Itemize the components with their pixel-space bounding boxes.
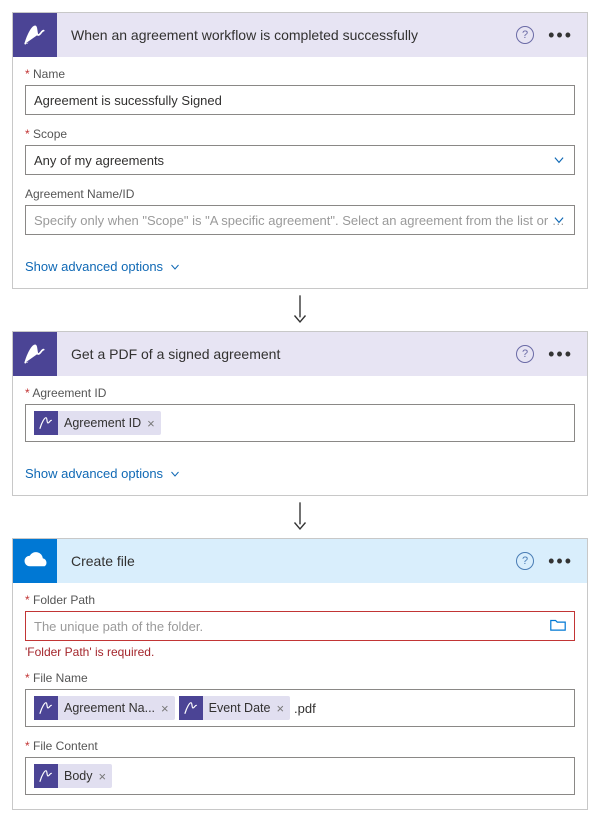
folder-path-field: Folder Path The unique path of the folde… (25, 593, 575, 659)
adobe-sign-icon (34, 764, 58, 788)
card-header[interactable]: Create file ? ••• (13, 539, 587, 583)
file-name-input[interactable]: Agreement Na... × Event Date × .pdf (25, 689, 575, 727)
help-icon[interactable]: ? (516, 26, 534, 44)
folder-path-error: 'Folder Path' is required. (25, 645, 575, 659)
scope-label: Scope (25, 127, 575, 141)
agreement-id-label: Agreement ID (25, 386, 575, 400)
file-name-field: File Name Agreement Na... × Event Date ×… (25, 671, 575, 727)
token-remove-icon[interactable]: × (147, 416, 155, 431)
token-body[interactable]: Body × (34, 764, 112, 788)
card-title: Get a PDF of a signed agreement (57, 346, 516, 362)
card-header[interactable]: Get a PDF of a signed agreement ? ••• (13, 332, 587, 376)
card-title: When an agreement workflow is completed … (57, 27, 516, 43)
scope-field: Scope Any of my agreements (25, 127, 575, 175)
file-content-label: File Content (25, 739, 575, 753)
agreement-name-field: Agreement Name/ID Specify only when "Sco… (25, 187, 575, 235)
agreement-id-input[interactable]: Agreement ID × (25, 404, 575, 442)
more-menu-icon[interactable]: ••• (548, 349, 573, 359)
chevron-down-icon (169, 468, 181, 480)
card-header[interactable]: When an agreement workflow is completed … (13, 13, 587, 57)
help-icon[interactable]: ? (516, 552, 534, 570)
token-remove-icon[interactable]: × (161, 701, 169, 716)
folder-path-input[interactable]: The unique path of the folder. (25, 611, 575, 641)
agreement-select[interactable]: Specify only when "Scope" is "A specific… (25, 205, 575, 235)
folder-picker-icon[interactable] (550, 618, 566, 635)
file-name-label: File Name (25, 671, 575, 685)
name-field: Name Agreement is sucessfully Signed (25, 67, 575, 115)
adobe-sign-icon (179, 696, 203, 720)
token-event-date[interactable]: Event Date × (179, 696, 290, 720)
file-content-field: File Content Body × (25, 739, 575, 795)
scope-select[interactable]: Any of my agreements (25, 145, 575, 175)
onedrive-icon (13, 539, 57, 583)
folder-path-label: Folder Path (25, 593, 575, 607)
name-input[interactable]: Agreement is sucessfully Signed (25, 85, 575, 115)
chevron-down-icon (169, 261, 181, 273)
filename-suffix: .pdf (294, 701, 316, 716)
chevron-down-icon (552, 153, 566, 167)
adobe-sign-icon (34, 696, 58, 720)
flow-connector (12, 496, 588, 538)
action-card-get-pdf: Get a PDF of a signed agreement ? ••• Ag… (12, 331, 588, 496)
token-remove-icon[interactable]: × (276, 701, 284, 716)
agreement-label: Agreement Name/ID (25, 187, 575, 201)
flow-connector (12, 289, 588, 331)
adobe-sign-icon (13, 13, 57, 57)
show-advanced-link[interactable]: Show advanced options (13, 249, 193, 288)
agreement-id-field: Agreement ID Agreement ID × (25, 386, 575, 442)
show-advanced-link[interactable]: Show advanced options (13, 456, 193, 495)
trigger-card: When an agreement workflow is completed … (12, 12, 588, 289)
name-label: Name (25, 67, 575, 81)
more-menu-icon[interactable]: ••• (548, 556, 573, 566)
more-menu-icon[interactable]: ••• (548, 30, 573, 40)
chevron-down-icon (552, 213, 566, 227)
action-card-create-file: Create file ? ••• Folder Path The unique… (12, 538, 588, 810)
card-title: Create file (57, 553, 516, 569)
help-icon[interactable]: ? (516, 345, 534, 363)
token-agreement-name[interactable]: Agreement Na... × (34, 696, 175, 720)
token-remove-icon[interactable]: × (99, 769, 107, 784)
adobe-sign-icon (13, 332, 57, 376)
adobe-sign-icon (34, 411, 58, 435)
file-content-input[interactable]: Body × (25, 757, 575, 795)
token-agreement-id[interactable]: Agreement ID × (34, 411, 161, 435)
